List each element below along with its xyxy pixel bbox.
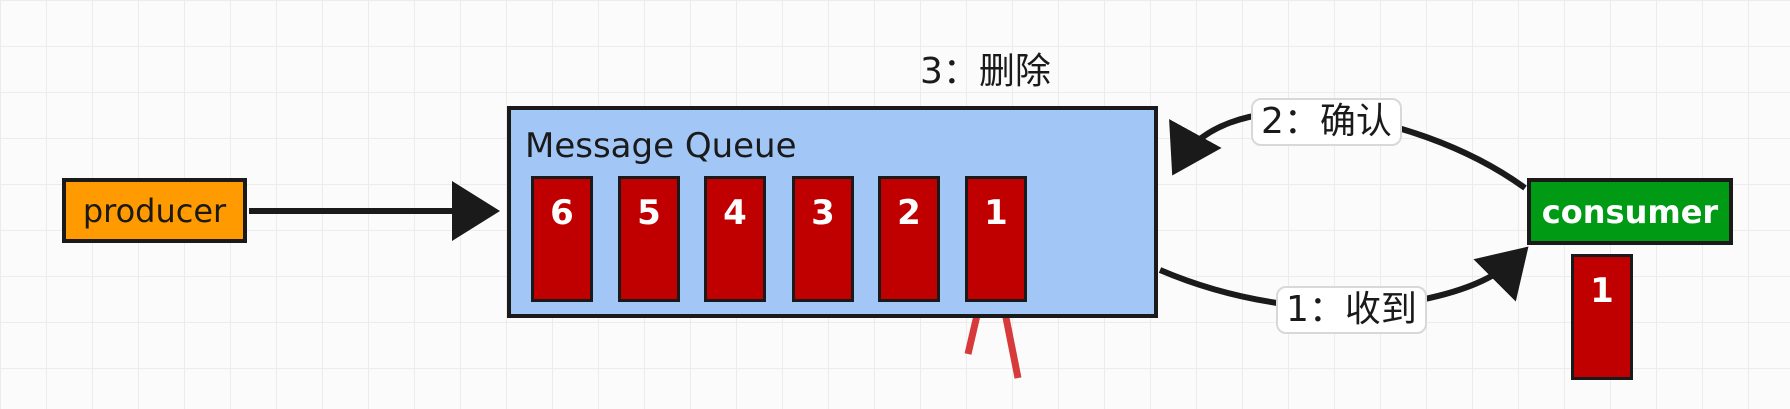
step-ack-label: 2：确认 — [1251, 98, 1402, 146]
step-receive-label: 1：收到 — [1276, 286, 1427, 334]
queue-title: Message Queue — [525, 126, 797, 166]
consumer-received-message: 1 — [1571, 254, 1633, 380]
queue-message: 3 — [792, 176, 854, 302]
message-queue-node: Message Queue 6 5 4 3 2 1 — [507, 106, 1158, 318]
diagram-canvas: producer Message Queue 6 5 4 3 2 1 consu… — [0, 0, 1790, 409]
consumer-node: consumer — [1527, 178, 1733, 245]
queue-message-deleted: 1 — [965, 176, 1027, 302]
producer-node: producer — [62, 178, 247, 243]
step-delete-label: 3：删除 — [920, 51, 1051, 92]
queue-message: 4 — [704, 176, 766, 302]
queue-message: 6 — [531, 176, 593, 302]
queue-message: 5 — [618, 176, 680, 302]
consumer-label: consumer — [1541, 192, 1719, 231]
queue-message: 2 — [878, 176, 940, 302]
producer-label: producer — [82, 191, 227, 230]
